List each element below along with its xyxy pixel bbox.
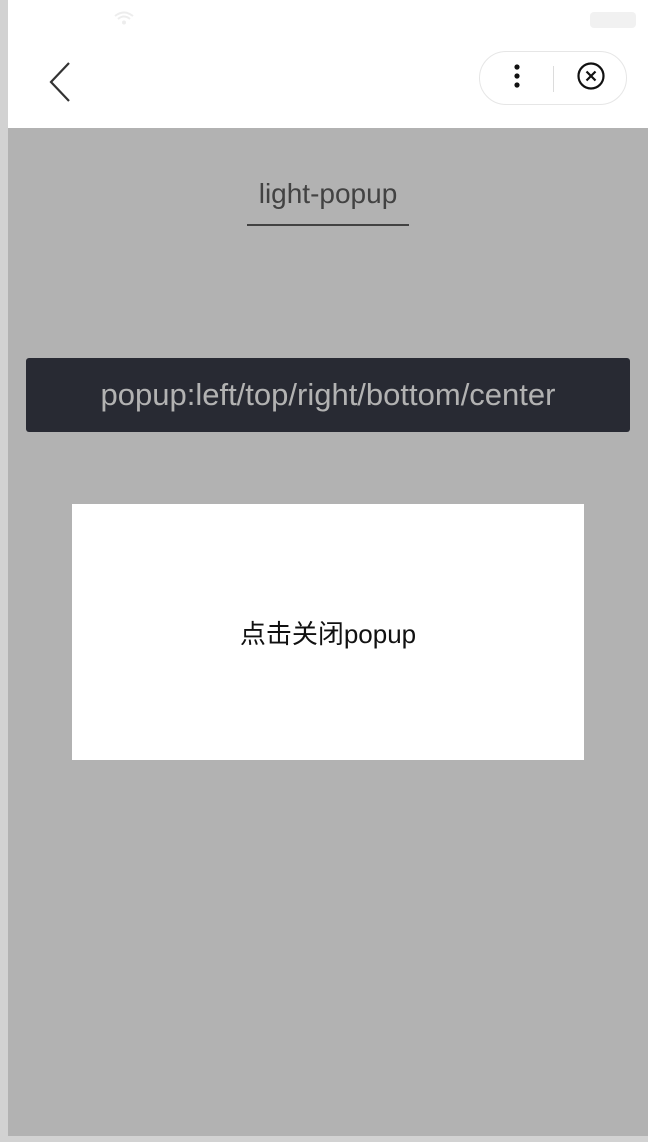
- more-vertical-icon: [513, 63, 520, 93]
- close-circle-icon: [576, 61, 606, 96]
- popup-close-text: 点击关闭popup: [239, 618, 417, 649]
- app-frame: light-popup popup:left/top/right/bottom/…: [8, 0, 648, 1136]
- battery-icon: [590, 12, 636, 28]
- status-bar: [8, 0, 648, 40]
- navigation-bar: [8, 40, 648, 128]
- wifi-icon: [114, 11, 134, 25]
- more-button[interactable]: [480, 52, 553, 104]
- menu-capsule: [479, 51, 627, 105]
- popup-center[interactable]: 点击关闭popup: [72, 504, 584, 760]
- back-button[interactable]: [38, 58, 82, 110]
- close-mini-program-button[interactable]: [554, 52, 627, 104]
- page-content: light-popup popup:left/top/right/bottom/…: [8, 128, 648, 1136]
- chevron-left-icon: [47, 60, 73, 109]
